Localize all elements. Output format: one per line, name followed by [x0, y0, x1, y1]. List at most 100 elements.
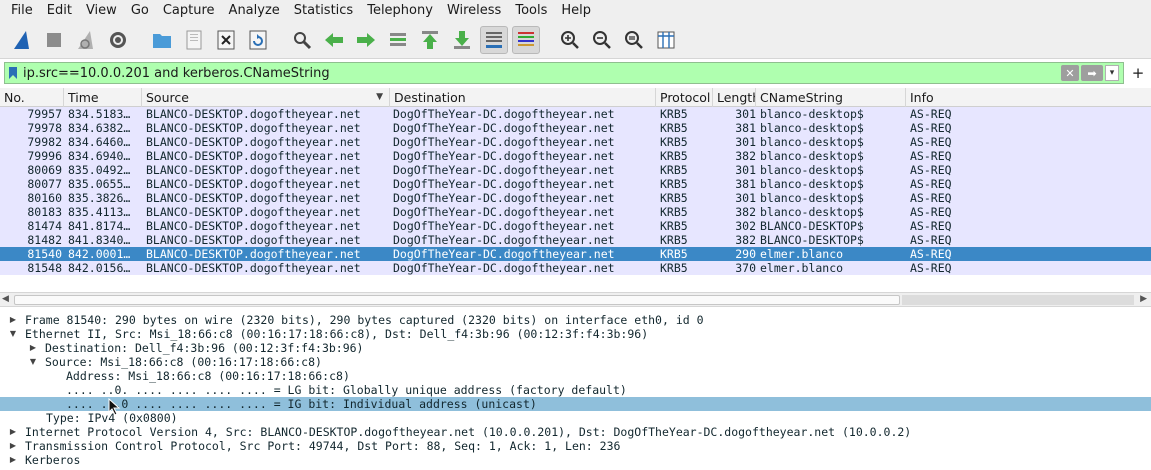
- column-time[interactable]: Time: [64, 88, 142, 107]
- menu-tools[interactable]: Tools: [508, 0, 554, 21]
- tree-item[interactable]: ▶ Frame 81540: 290 bytes on wire (2320 bi…: [0, 313, 1151, 327]
- cell-src: BLANCO-DESKTOP.dogoftheyear.net: [146, 163, 361, 177]
- menu-statistics[interactable]: Statistics: [287, 0, 360, 21]
- cell-info: AS-REQ: [910, 177, 952, 191]
- apply-filter-icon[interactable]: ➡: [1081, 65, 1103, 81]
- gear-options-icon[interactable]: [104, 26, 132, 54]
- menu-analyze[interactable]: Analyze: [222, 0, 287, 21]
- cell-time: 841.8174…: [68, 219, 131, 233]
- packet-row[interactable]: 79978 834.6382… BLANCO-DESKTOP.dogoftheyea…: [0, 121, 1151, 135]
- expand-arrow-icon[interactable]: ▶: [8, 425, 18, 439]
- cell-time: 842.0156…: [68, 261, 131, 275]
- column-cnamestring[interactable]: CNameString: [756, 88, 906, 107]
- filter-history-dropdown-icon[interactable]: ▾: [1105, 65, 1119, 81]
- cell-info: AS-REQ: [910, 163, 952, 177]
- menu-view[interactable]: View: [79, 0, 124, 21]
- collapse-arrow-icon[interactable]: ▼: [8, 327, 18, 341]
- cell-len: 290: [735, 247, 756, 261]
- cell-no: 80077: [27, 177, 62, 191]
- stop-square-icon[interactable]: [40, 26, 68, 54]
- tree-item[interactable]: ▼ Ethernet II, Src: Msi_18:66:c8 (00:16:1…: [0, 327, 1151, 341]
- packet-row[interactable]: 81548 842.0156… BLANCO-DESKTOP.dogoftheyea…: [0, 261, 1151, 275]
- resize-columns-icon[interactable]: [652, 26, 680, 54]
- tree-item[interactable]: ▶ Transmission Control Protocol, Src Port…: [0, 439, 1151, 453]
- expand-arrow-icon[interactable]: ▶: [8, 439, 18, 453]
- add-filter-button[interactable]: +: [1129, 62, 1147, 84]
- close-file-icon[interactable]: [212, 26, 240, 54]
- packet-row[interactable]: 80069 835.0492… BLANCO-DESKTOP.dogoftheyea…: [0, 163, 1151, 177]
- first-packet-icon[interactable]: [416, 26, 444, 54]
- packet-row-selected[interactable]: 81540 842.0001… BLANCO-DESKTOP.dogoftheyea…: [0, 247, 1151, 261]
- display-filter-input[interactable]: ip.src==10.0.0.201 and kerberos.CNameStr…: [21, 66, 1061, 81]
- tree-item[interactable]: ▼ Source: Msi_18:66:c8 (00:16:17:18:66:c8…: [0, 355, 1151, 369]
- column-destination[interactable]: Destination: [390, 88, 656, 107]
- scroll-left-icon[interactable]: ◀: [2, 294, 9, 304]
- cell-src: BLANCO-DESKTOP.dogoftheyear.net: [146, 177, 361, 191]
- column-no[interactable]: No.: [0, 88, 64, 107]
- cell-src: BLANCO-DESKTOP.dogoftheyear.net: [146, 107, 361, 121]
- packet-row[interactable]: 81482 841.8340… BLANCO-DESKTOP.dogoftheyea…: [0, 233, 1151, 247]
- find-packet-icon[interactable]: [288, 26, 316, 54]
- packet-row[interactable]: 80183 835.4113… BLANCO-DESKTOP.dogoftheyea…: [0, 205, 1151, 219]
- cell-proto: KRB5: [660, 205, 688, 219]
- open-folder-icon[interactable]: [148, 26, 176, 54]
- menu-wireless[interactable]: Wireless: [440, 0, 508, 21]
- cell-dst: DogOfTheYear-DC.dogoftheyear.net: [393, 261, 615, 275]
- tree-item[interactable]: ▶ Kerberos: [0, 453, 1151, 467]
- cell-proto: KRB5: [660, 261, 688, 275]
- column-source[interactable]: Source ▼: [142, 88, 390, 107]
- packet-row[interactable]: 79996 834.6940… BLANCO-DESKTOP.dogoftheyea…: [0, 149, 1151, 163]
- auto-scroll-icon[interactable]: [480, 25, 508, 54]
- packet-row[interactable]: 81474 841.8174… BLANCO-DESKTOP.dogoftheyea…: [0, 219, 1151, 233]
- go-to-packet-icon[interactable]: [384, 26, 412, 54]
- go-back-icon[interactable]: [320, 26, 348, 54]
- column-protocol[interactable]: Protocol: [656, 88, 713, 107]
- colorize-icon[interactable]: [512, 25, 540, 54]
- shark-fin-start-icon[interactable]: [8, 26, 36, 54]
- menu-go[interactable]: Go: [124, 0, 156, 21]
- tree-item[interactable]: ▶ Internet Protocol Version 4, Src: BLANC…: [0, 425, 1151, 439]
- tree-item[interactable]: ▶ Destination: Dell_f4:3b:96 (00:12:3f:f4…: [0, 341, 1151, 355]
- cell-len: 301: [735, 163, 756, 177]
- scrollbar-track[interactable]: [902, 295, 1134, 305]
- menu-capture[interactable]: Capture: [156, 0, 222, 21]
- last-packet-icon[interactable]: [448, 26, 476, 54]
- bookmark-icon[interactable]: [5, 63, 21, 83]
- scroll-right-icon[interactable]: ▶: [1140, 294, 1147, 304]
- expand-arrow-icon[interactable]: ▶: [28, 341, 38, 355]
- mouse-pointer-icon: [108, 398, 121, 416]
- expand-arrow-icon[interactable]: ▶: [8, 453, 18, 467]
- packet-row[interactable]: 79957 834.5183… BLANCO-DESKTOP.dogoftheyea…: [0, 107, 1151, 121]
- packet-row[interactable]: 79982 834.6460… BLANCO-DESKTOP.dogoftheyea…: [0, 135, 1151, 149]
- tree-item[interactable]: Address: Msi_18:66:c8 (00:16:17:18:66:c8…: [0, 369, 1151, 383]
- go-forward-icon[interactable]: [352, 26, 380, 54]
- tree-item[interactable]: .... ..0. .... .... .... .... = LG bit: …: [0, 383, 1151, 397]
- packet-list-hscrollbar[interactable]: ◀ ▶: [0, 292, 1151, 307]
- restart-fin-icon[interactable]: [72, 26, 100, 54]
- zoom-out-icon[interactable]: [588, 26, 616, 54]
- column-source-label: Source: [146, 90, 189, 105]
- clear-filter-icon[interactable]: ✕: [1061, 65, 1079, 81]
- cell-proto: KRB5: [660, 219, 688, 233]
- reload-icon[interactable]: [244, 26, 272, 54]
- menu-telephony[interactable]: Telephony: [360, 0, 440, 21]
- save-file-icon[interactable]: [180, 26, 208, 54]
- scrollbar-thumb[interactable]: [14, 295, 900, 305]
- tree-item[interactable]: Type: IPv4 (0x0800): [0, 411, 1151, 425]
- packet-row[interactable]: 80077 835.0655… BLANCO-DESKTOP.dogoftheyea…: [0, 177, 1151, 191]
- tree-item-selected[interactable]: .... ...0 .... .... .... .... = IG bit: …: [0, 397, 1151, 411]
- zoom-in-icon[interactable]: [556, 26, 584, 54]
- main-toolbar: [0, 21, 1151, 59]
- menu-edit[interactable]: Edit: [40, 0, 79, 21]
- packet-row[interactable]: 80160 835.3826… BLANCO-DESKTOP.dogoftheyea…: [0, 191, 1151, 205]
- cell-len: 302: [735, 219, 756, 233]
- cell-no: 81540: [27, 247, 62, 261]
- cell-cname: blanco-desktop$: [760, 177, 864, 191]
- column-length[interactable]: Length: [713, 88, 756, 107]
- menu-help[interactable]: Help: [554, 0, 598, 21]
- expand-arrow-icon[interactable]: ▶: [8, 313, 18, 327]
- collapse-arrow-icon[interactable]: ▼: [28, 355, 38, 369]
- column-info[interactable]: Info: [906, 88, 1151, 107]
- menu-file[interactable]: File: [4, 0, 40, 21]
- zoom-reset-icon[interactable]: [620, 26, 648, 54]
